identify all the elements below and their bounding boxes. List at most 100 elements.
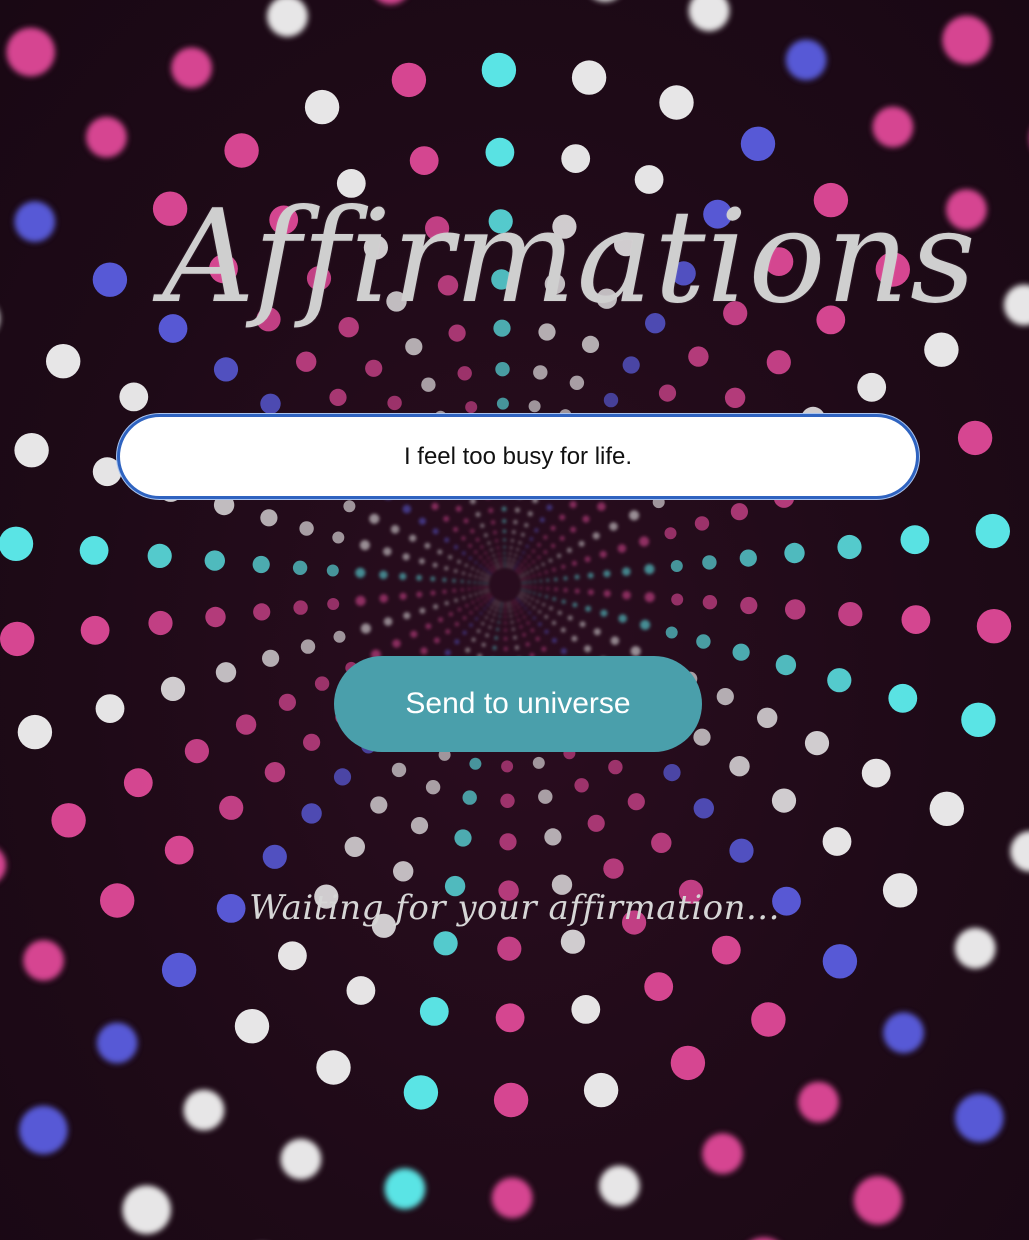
tunnel-dot — [457, 559, 461, 564]
tunnel-dot — [524, 599, 527, 603]
tunnel-dot — [535, 636, 540, 642]
tunnel-dot — [538, 789, 553, 804]
tunnel-dot — [486, 578, 489, 582]
tunnel-dot — [901, 605, 931, 634]
tunnel-dot — [431, 502, 439, 510]
tunnel-dot — [462, 596, 466, 600]
tunnel-dot — [518, 567, 521, 570]
tunnel-dot — [711, 935, 741, 965]
tunnel-dot — [262, 844, 287, 869]
tunnel-dot — [485, 633, 489, 638]
tunnel-dot — [497, 936, 522, 961]
tunnel-dot — [511, 627, 515, 631]
tunnel-dot — [460, 579, 464, 583]
tunnel-dot — [420, 647, 428, 655]
tunnel-dot — [524, 523, 529, 528]
tunnel-dot — [729, 838, 754, 863]
tunnel-dot — [506, 565, 510, 568]
tunnel-dot — [567, 615, 573, 621]
tunnel-dot — [494, 636, 499, 640]
tunnel-dot — [479, 556, 482, 559]
tunnel-dot — [696, 634, 711, 649]
tunnel-dot — [511, 604, 515, 608]
tunnel-dot — [524, 607, 527, 610]
tunnel-dot — [494, 600, 497, 603]
tunnel-dot — [670, 560, 683, 572]
tunnel-dot — [470, 529, 475, 534]
tunnel-dot — [461, 536, 466, 541]
tunnel-dot — [488, 611, 491, 614]
tunnel-dot — [463, 518, 469, 524]
tunnel-dot — [454, 639, 460, 645]
tunnel-dot — [502, 529, 507, 534]
tunnel-dot — [597, 502, 606, 511]
tunnel-dot — [448, 555, 453, 560]
tunnel-dot — [528, 590, 531, 594]
tunnel-dot — [6, 27, 55, 77]
tunnel-dot — [492, 645, 497, 651]
tunnel-dot — [883, 1012, 924, 1054]
tunnel-dot — [147, 543, 172, 569]
tunnel-dot — [511, 562, 514, 566]
tunnel-dot — [484, 594, 488, 597]
tunnel-dot — [479, 591, 482, 594]
tunnel-dot — [603, 858, 624, 879]
tunnel-dot — [476, 570, 479, 573]
tunnel-dot — [488, 508, 494, 513]
tunnel-dot — [507, 561, 510, 564]
tunnel-dot — [370, 796, 388, 814]
tunnel-dot — [479, 612, 483, 615]
tunnel-dot — [183, 1089, 225, 1131]
tunnel-dot — [509, 546, 513, 549]
tunnel-dot — [729, 756, 750, 777]
tunnel-dot — [327, 598, 340, 610]
tunnel-dot — [976, 609, 1012, 644]
tunnel-dot — [480, 545, 484, 549]
tunnel-dot — [539, 579, 543, 583]
tunnel-dot — [479, 603, 483, 606]
tunnel-dot — [23, 940, 65, 981]
tunnel-dot — [529, 581, 532, 584]
status-text: Waiting for your affirmation... — [249, 888, 780, 928]
tunnel-dot — [377, 0, 404, 5]
tunnel-dot — [658, 384, 677, 402]
tunnel-dot — [481, 622, 485, 626]
tunnel-dot — [740, 596, 758, 615]
tunnel-dot — [546, 504, 553, 511]
tunnel-dot — [492, 554, 495, 557]
tunnel-dot — [379, 570, 388, 580]
tunnel-dot — [798, 1081, 839, 1123]
tunnel-dot — [453, 527, 459, 532]
tunnel-dot — [403, 1075, 439, 1110]
tunnel-dot — [475, 617, 478, 621]
tunnel-dot — [478, 586, 481, 589]
tunnel-dot — [504, 628, 507, 632]
tunnel-dot — [486, 589, 489, 592]
tunnel-dot — [410, 817, 429, 835]
tunnel-dot — [329, 388, 347, 406]
tunnel-dot — [433, 604, 439, 610]
tunnel-dot — [784, 542, 805, 564]
tunnel-dot — [409, 534, 417, 542]
send-to-universe-button[interactable]: Send to universe — [334, 656, 702, 752]
tunnel-dot — [659, 85, 694, 120]
tunnel-dot — [519, 625, 523, 629]
tunnel-dot — [521, 603, 524, 606]
tunnel-dot — [399, 592, 407, 600]
tunnel-dot — [205, 606, 226, 628]
tunnel-dot — [494, 608, 498, 612]
tunnel-dot — [587, 572, 594, 579]
affirmation-input[interactable] — [120, 417, 916, 496]
tunnel-dot — [544, 570, 548, 574]
tunnel-dot — [561, 564, 566, 569]
tunnel-dot — [0, 526, 34, 561]
tunnel-dot — [518, 541, 522, 545]
tunnel-dot — [545, 595, 548, 599]
tunnel-dot — [622, 356, 640, 374]
tunnel-dot — [384, 1168, 426, 1210]
tunnel-dot — [359, 540, 370, 551]
tunnel-dot — [475, 512, 481, 517]
tunnel-dot — [529, 585, 532, 589]
tunnel-dot — [442, 589, 447, 594]
tunnel-dot — [526, 571, 529, 574]
